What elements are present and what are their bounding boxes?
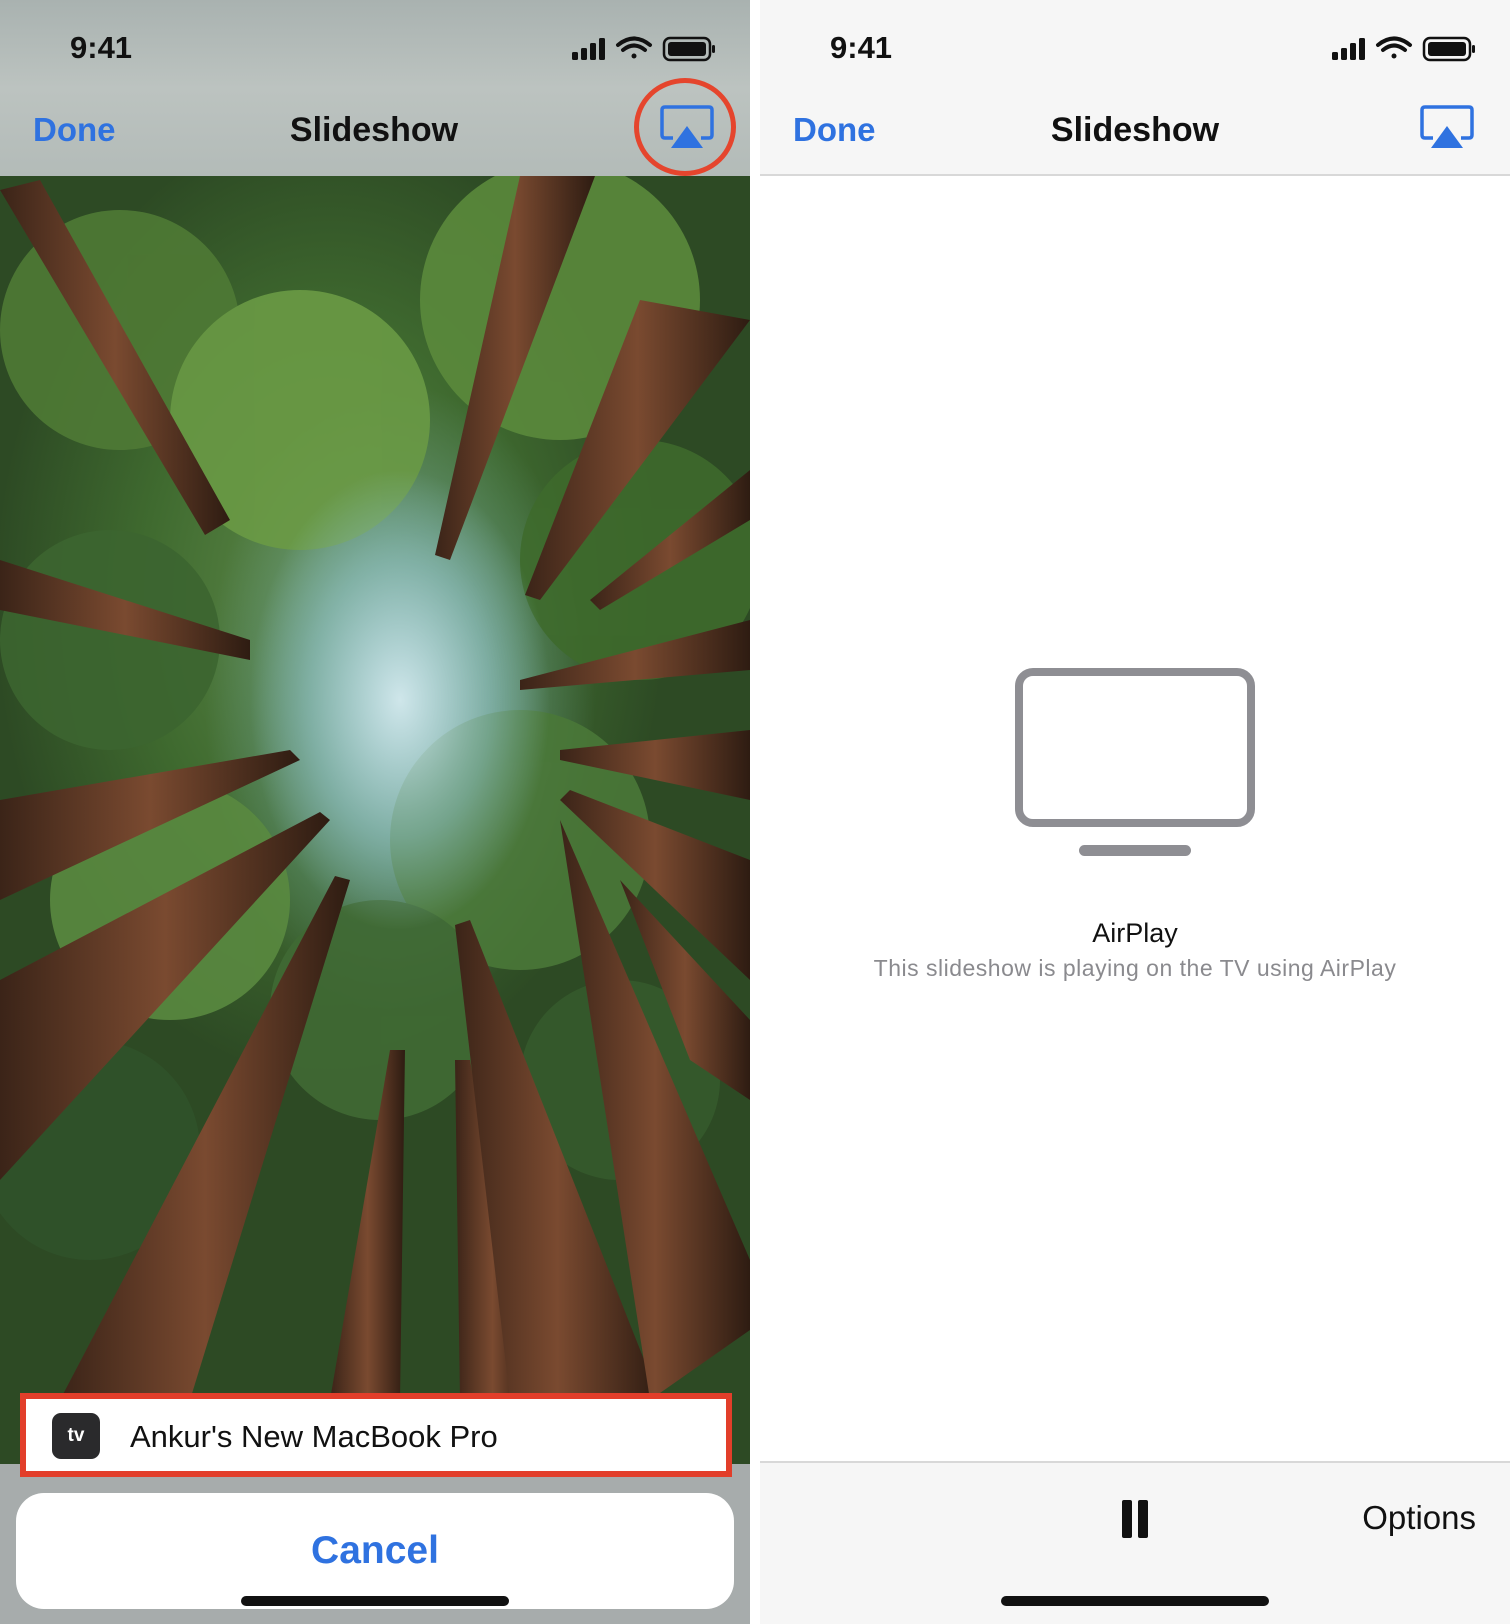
airplay-status-subtitle: This slideshow is playing on the TV usin… [873, 955, 1397, 981]
device-name: Ankur's New MacBook Pro [130, 1419, 498, 1454]
forest-canopy-image [0, 160, 750, 1400]
cancel-label: Cancel [311, 1529, 439, 1572]
home-indicator [241, 1596, 509, 1606]
pause-icon[interactable] [1120, 1500, 1150, 1538]
cellular-signal-icon [1332, 38, 1365, 60]
battery-icon [1422, 36, 1475, 62]
home-indicator [1001, 1596, 1269, 1606]
cellular-signal-icon [572, 38, 605, 60]
cancel-button[interactable]: Cancel [16, 1493, 734, 1609]
status-icons [1332, 36, 1475, 62]
tv-icon [1015, 668, 1255, 856]
slideshow-photo [0, 0, 750, 1624]
airplay-status-title: AirPlay [1092, 918, 1178, 948]
airplay-device-option[interactable]: tv Ankur's New MacBook Pro [20, 1393, 732, 1477]
slideshow-airplay-playing-screen: 9:41 Done Slideshow AirPlay This slidesh… [760, 0, 1510, 1624]
airplay-icon[interactable] [1419, 104, 1475, 154]
airplay-highlight-circle [634, 78, 736, 176]
page-title: Slideshow [289, 111, 459, 149]
page-title: Slideshow [1050, 111, 1220, 149]
status-time: 9:41 [70, 30, 133, 65]
battery-icon [662, 36, 715, 62]
done-button[interactable]: Done [33, 111, 116, 149]
wifi-icon [616, 36, 652, 59]
slideshow-airplay-picker-screen: 9:41 Done Slideshow tv Ankur's New MacBo… [0, 0, 750, 1624]
done-button[interactable]: Done [793, 111, 876, 149]
wifi-icon [1376, 36, 1412, 59]
options-button[interactable]: Options [1362, 1499, 1476, 1537]
apple-tv-icon: tv [52, 1413, 100, 1459]
status-icons [572, 36, 715, 62]
status-time: 9:41 [830, 30, 893, 65]
